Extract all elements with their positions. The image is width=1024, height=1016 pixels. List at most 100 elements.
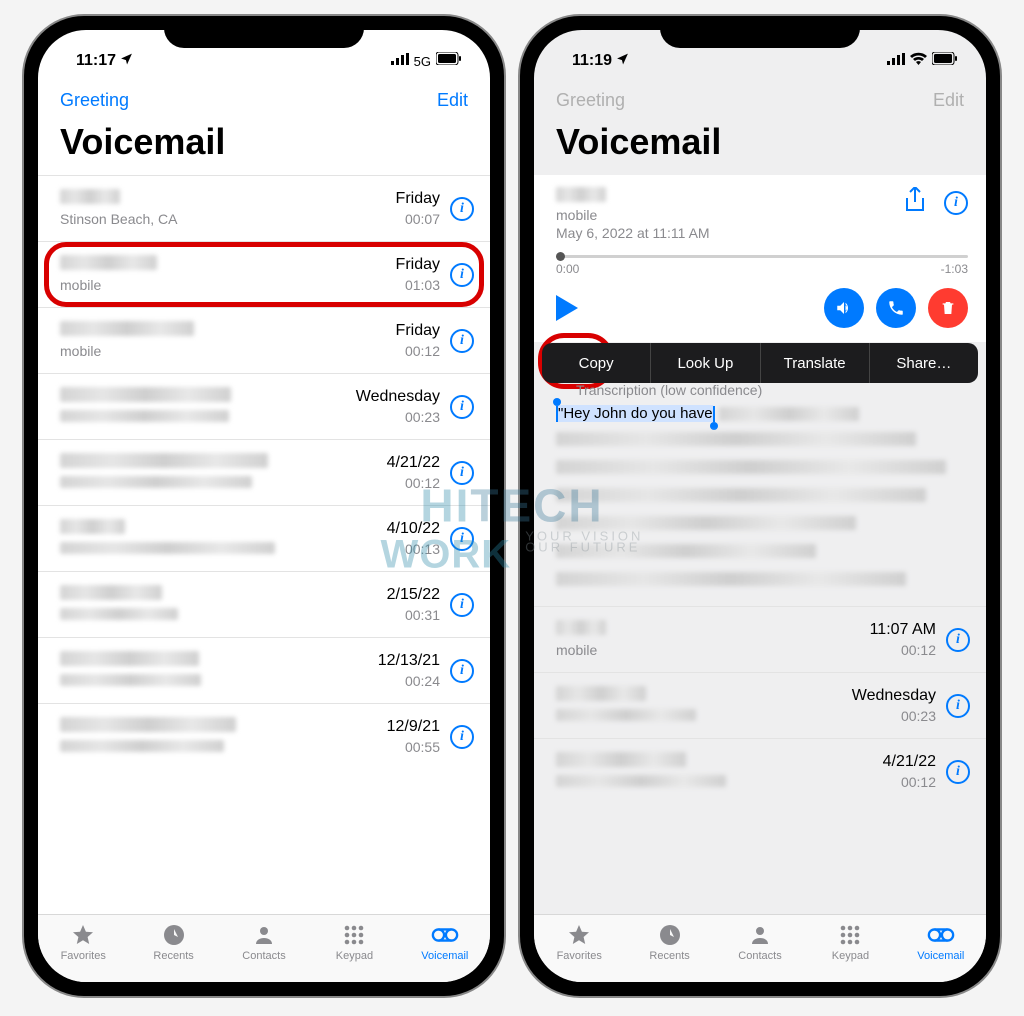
voicemail-date: Friday (396, 189, 440, 210)
voicemail-list-below[interactable]: mobile 11:07 AM 00:12 i Wednesday 00:23 … (534, 606, 986, 914)
caller-name-blurred (556, 752, 686, 767)
caller-name-blurred (556, 187, 606, 202)
phone-left: 11:17 5G Greeting Edit Voicemail (24, 16, 504, 996)
voicemail-duration: 00:12 (396, 342, 440, 360)
voicemail-duration: 00:12 (387, 474, 440, 492)
info-icon[interactable]: i (944, 191, 968, 215)
tab-label: Favorites (61, 950, 106, 962)
context-menu: CopyLook UpTranslateShare… (542, 343, 978, 383)
info-icon[interactable]: i (450, 197, 474, 221)
play-button[interactable] (556, 295, 578, 321)
tab-favorites[interactable]: Favorites (534, 923, 624, 962)
info-icon[interactable]: i (946, 760, 970, 784)
voicemail-row[interactable]: 12/13/21 00:24 i (38, 637, 490, 703)
notch (660, 16, 860, 48)
tab-contacts[interactable]: Contacts (219, 923, 309, 962)
voicemail-row[interactable]: mobile Friday 01:03 i (38, 241, 490, 307)
tab-voicemail[interactable]: Voicemail (896, 923, 986, 962)
voicemail-row[interactable]: 2/15/22 00:31 i (38, 571, 490, 637)
status-time: 11:17 (76, 52, 116, 70)
tab-voicemail[interactable]: Voicemail (400, 923, 490, 962)
caller-name-blurred (556, 620, 606, 635)
caller-name-blurred (60, 453, 268, 468)
caller-sublabel: mobile (556, 641, 870, 659)
tab-keypad[interactable]: Keypad (309, 923, 399, 962)
speaker-button[interactable] (824, 288, 864, 328)
tab-recents[interactable]: Recents (128, 923, 218, 962)
info-icon[interactable]: i (450, 527, 474, 551)
tab-label: Recents (649, 950, 689, 962)
page-title: Voicemail (38, 115, 490, 175)
voicemail-row[interactable]: 12/9/21 00:55 i (38, 703, 490, 769)
tab-contacts[interactable]: Contacts (715, 923, 805, 962)
context-menu-item[interactable]: Translate (761, 343, 870, 383)
edit-button[interactable]: Edit (437, 90, 468, 111)
signal-icon (391, 52, 409, 70)
selected-text[interactable]: "Hey John do you have (558, 405, 713, 422)
info-icon[interactable]: i (450, 659, 474, 683)
blurred-text (719, 407, 859, 421)
page-title: Voicemail (534, 115, 986, 175)
voicemail-date: Friday (396, 255, 440, 276)
blurred-text (556, 544, 816, 558)
delete-button[interactable] (928, 288, 968, 328)
tab-label: Keypad (336, 950, 373, 962)
keypad-icon (340, 923, 368, 947)
selection-start-handle[interactable] (556, 406, 558, 422)
voicemail-row[interactable]: mobile 11:07 AM 00:12 i (534, 606, 986, 672)
wifi-icon (910, 52, 927, 70)
elapsed-time: 0:00 (556, 262, 579, 276)
voicemail-date: 4/10/22 (387, 519, 440, 540)
info-icon[interactable]: i (450, 329, 474, 353)
voicemail-list[interactable]: Stinson Beach, CA Friday 00:07 i mobile … (38, 175, 490, 914)
info-icon[interactable]: i (450, 263, 474, 287)
info-icon[interactable]: i (450, 461, 474, 485)
info-icon[interactable]: i (450, 725, 474, 749)
info-icon[interactable]: i (946, 694, 970, 718)
call-back-button[interactable] (876, 288, 916, 328)
favorites-icon (565, 923, 593, 947)
context-menu-item[interactable]: Look Up (651, 343, 760, 383)
tab-keypad[interactable]: Keypad (805, 923, 895, 962)
blurred-text (556, 460, 946, 474)
location-arrow-icon (120, 52, 133, 70)
voicemail-duration: 00:55 (387, 738, 440, 756)
blurred-text (60, 740, 224, 752)
voicemail-row[interactable]: 4/10/22 00:13 i (38, 505, 490, 571)
voicemail-detail: mobile May 6, 2022 at 11:11 AM i 0:00 -1… (534, 175, 986, 342)
caller-name-blurred (60, 585, 162, 600)
context-menu-item[interactable]: Share… (870, 343, 978, 383)
blurred-text (556, 572, 906, 586)
share-icon[interactable] (904, 187, 926, 219)
edit-button[interactable]: Edit (933, 90, 964, 111)
info-icon[interactable]: i (946, 628, 970, 652)
screen-left: 11:17 5G Greeting Edit Voicemail (38, 30, 490, 982)
recents-icon (160, 923, 188, 947)
caller-name-blurred (60, 651, 199, 666)
greeting-button[interactable]: Greeting (556, 90, 625, 111)
info-icon[interactable]: i (450, 593, 474, 617)
caller-name-blurred (60, 189, 120, 204)
voicemail-row[interactable]: 4/21/22 00:12 i (38, 439, 490, 505)
voicemail-duration: 00:23 (852, 707, 936, 725)
tab-favorites[interactable]: Favorites (38, 923, 128, 962)
context-menu-item[interactable]: Copy (542, 343, 651, 383)
greeting-button[interactable]: Greeting (60, 90, 129, 111)
signal-icon (887, 52, 905, 70)
voicemail-row[interactable]: Stinson Beach, CA Friday 00:07 i (38, 175, 490, 241)
blurred-text (556, 516, 856, 530)
voicemail-row[interactable]: mobile Friday 00:12 i (38, 307, 490, 373)
caller-name-blurred (60, 321, 194, 336)
voicemail-row[interactable]: Wednesday 00:23 i (534, 672, 986, 738)
caller-sublabel: mobile (60, 276, 396, 294)
info-icon[interactable]: i (450, 395, 474, 419)
voicemail-row[interactable]: 4/21/22 00:12 i (534, 738, 986, 804)
voicemail-duration: 00:23 (356, 408, 440, 426)
contacts-icon (250, 923, 278, 947)
playback-progress[interactable] (556, 255, 968, 258)
voicemail-date: Friday (396, 321, 440, 342)
selection-end-handle[interactable] (713, 406, 715, 422)
voicemail-duration: 00:07 (396, 210, 440, 228)
voicemail-row[interactable]: Wednesday 00:23 i (38, 373, 490, 439)
tab-recents[interactable]: Recents (624, 923, 714, 962)
